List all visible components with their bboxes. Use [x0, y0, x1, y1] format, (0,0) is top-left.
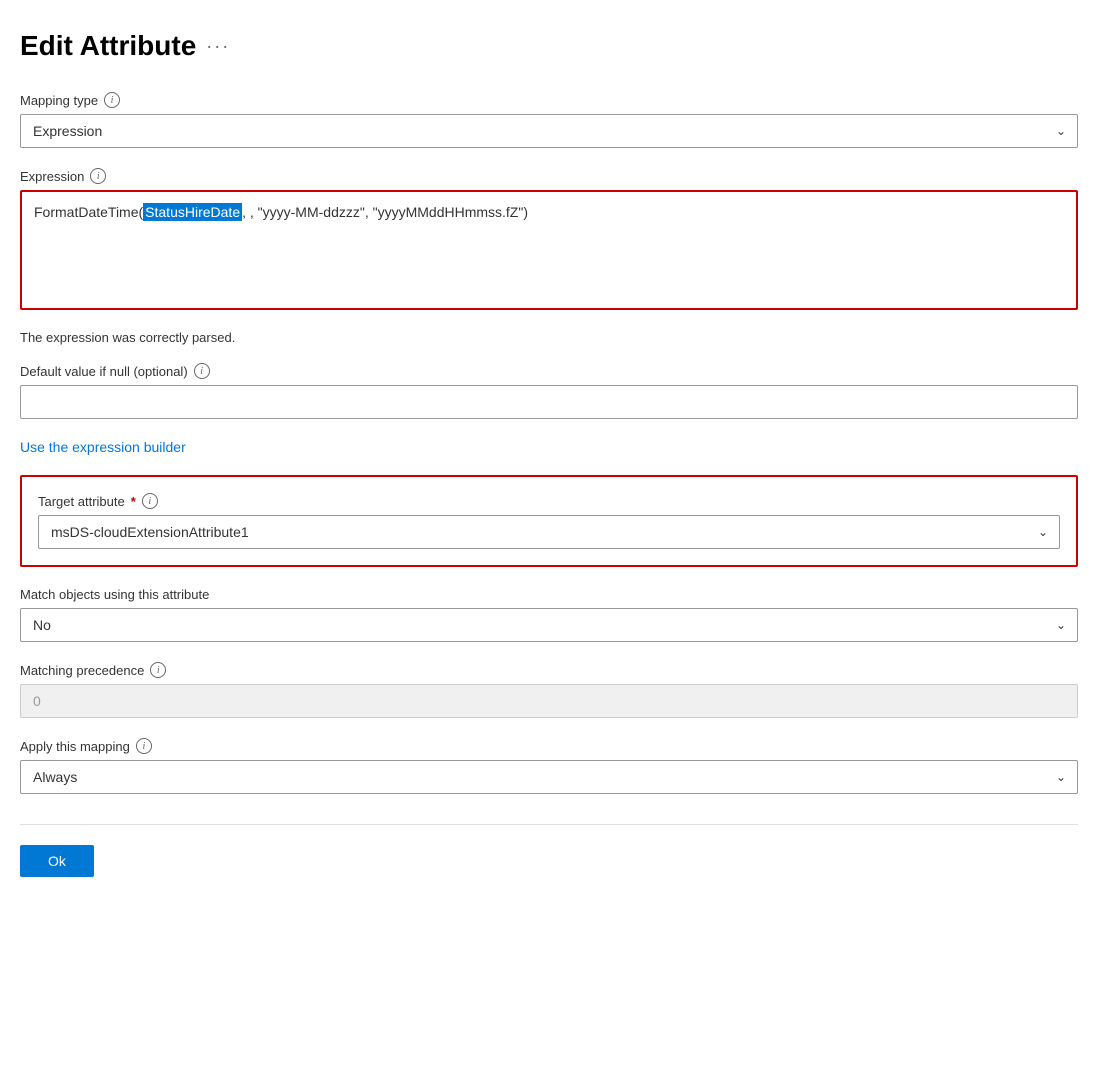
matching-precedence-info-icon[interactable]: i [150, 662, 166, 678]
parse-status: The expression was correctly parsed. [20, 330, 1078, 345]
target-attribute-wrapper: msDS-cloudExtensionAttribute1 ⌄ [38, 515, 1060, 549]
apply-mapping-info-icon[interactable]: i [136, 738, 152, 754]
target-attribute-select[interactable]: msDS-cloudExtensionAttribute1 [38, 515, 1060, 549]
apply-mapping-label: Apply this mapping i [20, 738, 1078, 754]
expression-info-icon[interactable]: i [90, 168, 106, 184]
apply-mapping-wrapper: Always Only during object creation Only … [20, 760, 1078, 794]
matching-precedence-label: Matching precedence i [20, 662, 1078, 678]
divider [20, 824, 1078, 825]
page-title: Edit Attribute [20, 30, 196, 62]
target-attribute-section: Target attribute * i msDS-cloudExtension… [20, 475, 1078, 567]
page-container: Edit Attribute ··· Mapping type i Expres… [0, 0, 1118, 917]
expression-label: Expression i [20, 168, 1078, 184]
mapping-type-select[interactable]: Expression Direct Constant None [20, 114, 1078, 148]
default-value-section: Default value if null (optional) i [20, 363, 1078, 419]
title-menu-icon[interactable]: ··· [206, 36, 230, 57]
target-attribute-required: * [131, 494, 136, 509]
match-objects-section: Match objects using this attribute No Ye… [20, 587, 1078, 642]
mapping-type-section: Mapping type i Expression Direct Constan… [20, 92, 1078, 148]
mapping-type-info-icon[interactable]: i [104, 92, 120, 108]
expression-highlight: StatusHireDate [143, 203, 242, 221]
expression-section: Expression i FormatDateTime(StatusHireDa… [20, 168, 1078, 310]
target-attribute-info-icon[interactable]: i [142, 493, 158, 509]
default-value-info-icon[interactable]: i [194, 363, 210, 379]
matching-precedence-section: Matching precedence i [20, 662, 1078, 718]
apply-mapping-section: Apply this mapping i Always Only during … [20, 738, 1078, 794]
apply-mapping-select[interactable]: Always Only during object creation Only … [20, 760, 1078, 794]
ok-button[interactable]: Ok [20, 845, 94, 877]
expression-display[interactable]: FormatDateTime(StatusHireDate, , "yyyy-M… [20, 190, 1078, 310]
matching-precedence-input [20, 684, 1078, 718]
expression-builder-link[interactable]: Use the expression builder [20, 439, 186, 455]
match-objects-select[interactable]: No Yes [20, 608, 1078, 642]
mapping-type-wrapper: Expression Direct Constant None ⌄ [20, 114, 1078, 148]
title-row: Edit Attribute ··· [20, 30, 1078, 62]
expression-text: FormatDateTime(StatusHireDate, , "yyyy-M… [34, 203, 528, 221]
mapping-type-label: Mapping type i [20, 92, 1078, 108]
default-value-input[interactable] [20, 385, 1078, 419]
match-objects-label: Match objects using this attribute [20, 587, 1078, 602]
default-value-label: Default value if null (optional) i [20, 363, 1078, 379]
match-objects-wrapper: No Yes ⌄ [20, 608, 1078, 642]
target-attribute-label: Target attribute * i [38, 493, 1060, 509]
